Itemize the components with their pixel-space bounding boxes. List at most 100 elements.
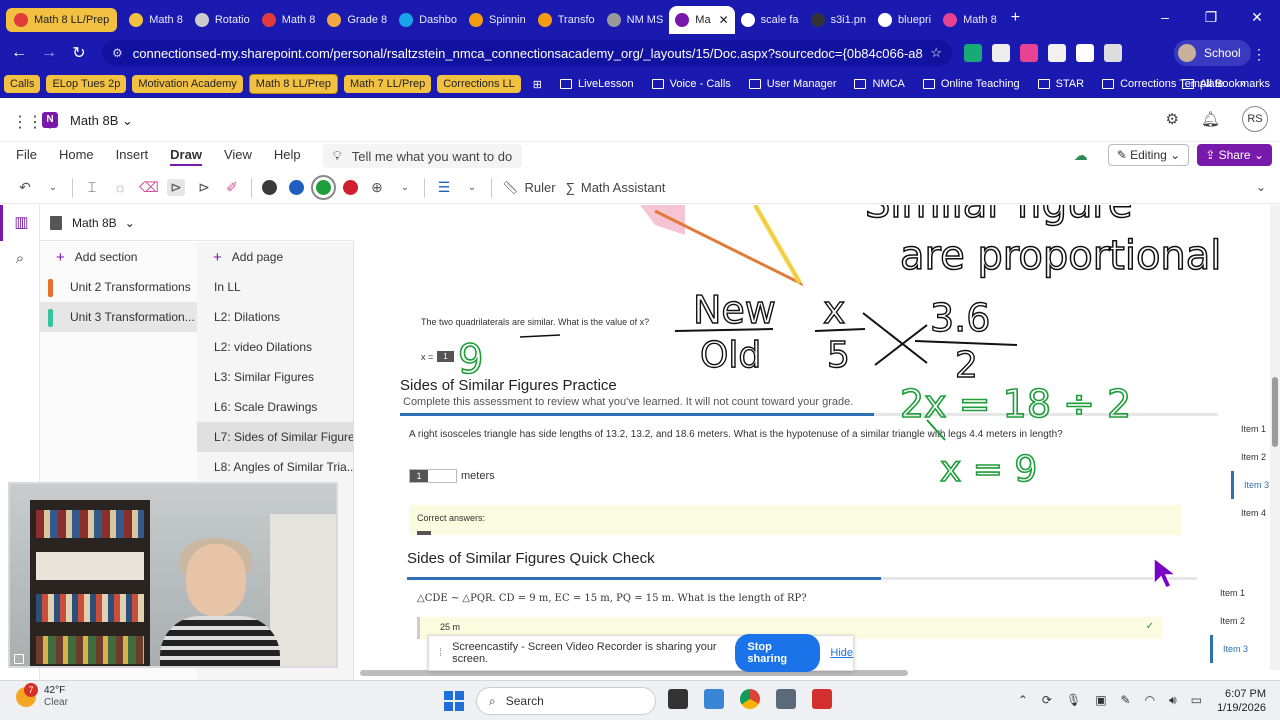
browser-tab[interactable]: Spinnin	[463, 6, 532, 34]
browser-tab[interactable]: Rotatio	[189, 6, 256, 34]
sync-icon[interactable]: ⟳	[1042, 693, 1052, 708]
tab-search-icon[interactable]	[1104, 44, 1122, 62]
menu-tab-view[interactable]: View	[224, 147, 252, 166]
stop-sharing-button[interactable]: Stop sharing	[735, 634, 821, 672]
bookmark-item[interactable]: Online Teaching	[917, 75, 1026, 93]
lasso-select-icon[interactable]: ◌	[111, 180, 129, 196]
undo-icon[interactable]: ↶	[16, 179, 34, 196]
site-info-icon[interactable]: ⚙	[112, 46, 123, 60]
browser-tab[interactable]: Math 8	[256, 6, 322, 34]
insert-space-icon[interactable]: ⊳	[167, 179, 185, 196]
task-view-icon[interactable]	[668, 689, 688, 709]
minimize-button[interactable]: –	[1142, 0, 1188, 34]
user-avatar[interactable]: RS	[1242, 106, 1268, 132]
wifi-icon[interactable]: ◠	[1145, 693, 1155, 708]
pen-color-swatch[interactable]	[289, 180, 304, 195]
math-assistant-button[interactable]: ∑ Math Assistant	[566, 180, 666, 195]
undo-dropdown-icon[interactable]: ⌄	[44, 182, 62, 193]
pointer-pen-icon[interactable]: ⊳	[195, 179, 213, 196]
snipping-tool-icon[interactable]	[704, 689, 724, 709]
notebooks-icon[interactable]: ▥	[0, 205, 40, 241]
page-item[interactable]: L6: Scale Drawings	[197, 392, 353, 422]
pen-menu-icon[interactable]: ✎	[1121, 693, 1131, 708]
extensions-puzzle-icon[interactable]	[1076, 44, 1094, 62]
extension-pen-icon[interactable]	[992, 44, 1010, 62]
ruler-button[interactable]: 📏︎ Ruler	[502, 180, 556, 196]
bookmark-item[interactable]: Voice - Calls	[646, 75, 737, 93]
browser-tab[interactable]: NM MS	[601, 6, 670, 34]
apps-grid-icon[interactable]: ⊞	[527, 75, 548, 94]
page-item[interactable]: L7: Sides of Similar Figures	[197, 422, 353, 452]
page-canvas[interactable]: The two quadrilaterals are similar. What…	[355, 205, 1270, 670]
forward-button[interactable]: →	[34, 44, 64, 62]
new-tab-button[interactable]: +	[1011, 9, 1020, 27]
browser-tab[interactable]: Ma ✕	[669, 6, 735, 34]
page-item[interactable]: L8: Angles of Similar Tria...	[197, 452, 353, 482]
bookmark-item[interactable]: Math 7 LL/Prep	[344, 75, 432, 93]
pen-color-swatch[interactable]	[311, 175, 336, 200]
notebook-switcher[interactable]: Math 8B ⌄	[40, 205, 354, 241]
webcam-expand-icon[interactable]	[14, 654, 24, 664]
maximize-button[interactable]: ❐	[1188, 0, 1234, 34]
browser-tab[interactable]: scale fa	[735, 6, 805, 34]
bookmark-item[interactable]: User Manager	[743, 75, 843, 93]
microphone-icon[interactable]: 🎙︎	[1066, 693, 1081, 708]
extension-record-icon[interactable]	[1020, 44, 1038, 62]
extension-k-icon[interactable]	[964, 44, 982, 62]
add-pen-icon[interactable]: ⊕	[368, 179, 386, 196]
bookmark-star-icon[interactable]: ☆	[930, 45, 942, 61]
calculator-icon[interactable]	[776, 689, 796, 709]
close-tab-icon[interactable]: ✕	[719, 13, 729, 27]
action-pen-icon[interactable]: ✐	[223, 179, 241, 196]
browser-tab[interactable]: Transfo	[532, 6, 601, 34]
menu-tab-help[interactable]: Help	[274, 147, 301, 166]
tell-me-search[interactable]: 💡︎ Tell me what you want to do	[322, 144, 523, 168]
browser-menu-icon[interactable]: ⋮	[1252, 46, 1266, 63]
notification-bell-icon[interactable]: 🔔︎	[1201, 110, 1220, 128]
meet-now-icon[interactable]: ▣	[1095, 693, 1106, 708]
bookmark-item[interactable]: Motivation Academy	[132, 75, 243, 93]
page-item[interactable]: In LL	[197, 272, 353, 302]
pen-thickness-icon[interactable]: ☰	[435, 179, 453, 196]
profile-button[interactable]: School	[1174, 40, 1251, 66]
add-section-button[interactable]: + Add section	[40, 242, 197, 272]
bookmark-item[interactable]: Corrections LL	[437, 75, 521, 93]
menu-tab-insert[interactable]: Insert	[116, 147, 149, 166]
editing-mode-button[interactable]: ✎ Editing ⌄	[1107, 144, 1190, 166]
vertical-scroll-thumb[interactable]	[1272, 377, 1278, 447]
sync-status-icon[interactable]: ☁	[1074, 147, 1088, 164]
bookmark-item[interactable]: Math 8 LL/Prep	[248, 74, 338, 94]
start-button-icon[interactable]	[444, 691, 464, 711]
section-item[interactable]: Unit 2 Transformations	[40, 272, 197, 302]
browser-tab[interactable]: bluepri	[872, 6, 937, 34]
search-icon[interactable]: ⌕	[0, 241, 40, 277]
acrobat-icon[interactable]	[812, 689, 832, 709]
volume-icon[interactable]: 🔊︎	[1169, 693, 1177, 708]
page-item[interactable]: L2: Dilations	[197, 302, 353, 332]
bookmark-item[interactable]: NMCA	[848, 75, 910, 93]
bookmark-item[interactable]: STAR	[1032, 75, 1091, 93]
thickness-dropdown-icon[interactable]: ⌄	[463, 182, 481, 193]
vertical-scrollbar[interactable]	[1270, 205, 1280, 670]
chrome-icon[interactable]	[740, 689, 760, 709]
bookmark-item[interactable]: ELop Tues 2p	[46, 75, 127, 93]
back-button[interactable]: ←	[4, 44, 34, 62]
weather-widget[interactable]: 7 42°F Clear	[16, 683, 68, 709]
bookmark-item[interactable]: LiveLesson	[554, 75, 640, 93]
hide-link[interactable]: Hide	[830, 647, 853, 659]
pen-color-swatch[interactable]	[343, 180, 358, 195]
browser-tab[interactable]: Math 8	[123, 6, 189, 34]
select-text-icon[interactable]: ⌶	[83, 179, 101, 196]
browser-tab[interactable]: Grade 8	[321, 6, 393, 34]
bookmark-item[interactable]: Calls	[4, 75, 41, 93]
battery-icon[interactable]: ▭	[1191, 693, 1202, 708]
eraser-icon[interactable]: ⌫	[139, 179, 159, 196]
drag-handle-icon[interactable]: ⁞	[439, 647, 442, 659]
close-window-button[interactable]: ✕	[1234, 0, 1280, 34]
url-field[interactable]: ⚙ connectionsed-my.sharepoint.com/person…	[102, 40, 952, 66]
show-hidden-icons-icon[interactable]: ⌃	[1018, 693, 1028, 708]
settings-gear-icon[interactable]: ⚙	[1166, 110, 1179, 128]
browser-tab[interactable]: Dashbo	[393, 6, 463, 34]
menu-tab-file[interactable]: File	[16, 147, 37, 166]
collapse-ribbon-icon[interactable]: ⌄	[1256, 180, 1266, 194]
